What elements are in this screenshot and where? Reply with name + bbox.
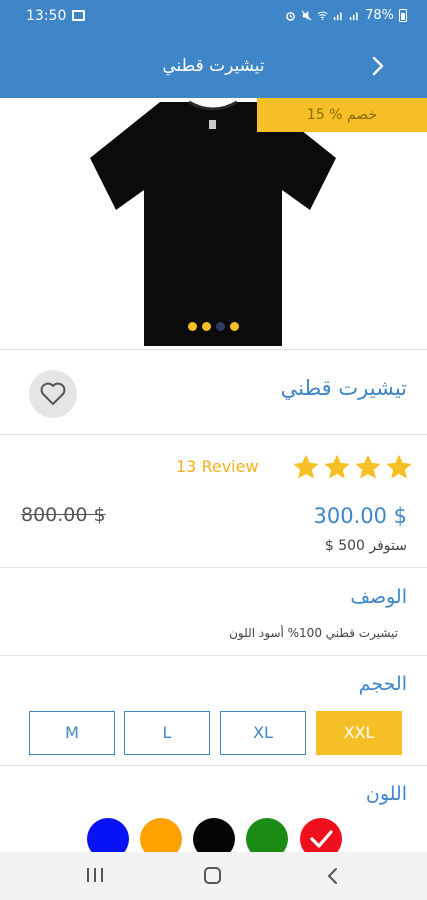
size-selector: M L XL XXL: [29, 711, 402, 755]
status-icons: 78%: [285, 8, 407, 23]
carousel-dot[interactable]: [230, 322, 239, 331]
original-price: 800.00 $: [21, 504, 106, 526]
star-icon: [324, 454, 350, 479]
signal-icon-2: [349, 12, 358, 21]
color-title: اللون: [365, 783, 407, 805]
divider: [0, 765, 427, 766]
back-nav-icon[interactable]: [326, 867, 340, 885]
size-title: الحجم: [358, 673, 407, 695]
recents-icon[interactable]: [87, 868, 103, 884]
mute-icon: [301, 10, 312, 21]
star-icon: [293, 454, 319, 479]
discount-badge: 15 % خصم: [257, 98, 427, 132]
wifi-icon: [317, 11, 328, 21]
product-image-carousel[interactable]: 15 % خصم: [0, 98, 427, 348]
rating-stars: [292, 453, 413, 481]
battery-icon: [399, 9, 407, 22]
description-title: الوصف: [350, 586, 407, 608]
image-notification-icon: [72, 10, 85, 21]
battery-percent: 78%: [365, 8, 394, 23]
signal-icon: [333, 12, 342, 21]
star-icon: [355, 454, 381, 479]
carousel-dot[interactable]: [188, 322, 197, 331]
home-icon[interactable]: [204, 867, 221, 884]
divider: [0, 567, 427, 568]
carousel-indicator: [188, 322, 239, 331]
carousel-dot[interactable]: [202, 322, 211, 331]
savings-text: ستوفر 500 $: [324, 538, 407, 554]
page-title: تيشيرت قطني: [162, 56, 265, 76]
carousel-dot-active[interactable]: [216, 322, 225, 331]
status-bar: 13:50 78%: [0, 0, 427, 34]
size-option-xl[interactable]: XL: [220, 711, 306, 755]
product-name: تيشيرت قطني: [280, 376, 407, 400]
description-text: تيشيرت قطني 100% أسود اللون: [229, 626, 398, 640]
chevron-right-icon[interactable]: [367, 55, 389, 77]
size-option-l[interactable]: L: [124, 711, 210, 755]
system-nav-bar: [0, 852, 427, 900]
size-option-xxl[interactable]: XXL: [316, 711, 402, 755]
review-count-link[interactable]: 13 Review: [176, 457, 259, 476]
size-option-m[interactable]: M: [29, 711, 115, 755]
favorite-button[interactable]: [29, 370, 77, 418]
heart-outline-icon: [40, 382, 66, 405]
divider: [0, 349, 427, 350]
product-image: [90, 100, 336, 346]
divider: [0, 655, 427, 656]
star-icon: [386, 454, 412, 479]
divider: [0, 434, 427, 435]
app-bar: تيشيرت قطني: [0, 34, 427, 98]
status-time: 13:50: [26, 8, 67, 24]
current-price: 300.00 $: [313, 504, 407, 528]
alarm-icon: [286, 12, 295, 21]
